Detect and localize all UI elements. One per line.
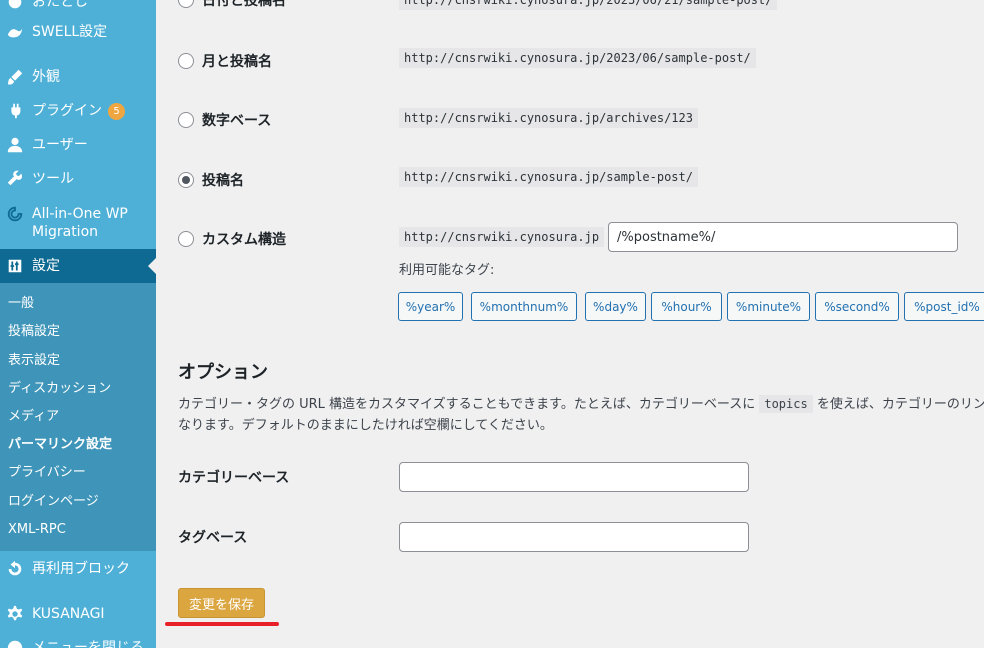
menu-item-swell[interactable]: SWELL設定 <box>0 21 156 43</box>
submenu-item-reading[interactable]: 表示設定 <box>8 352 60 370</box>
category-base-input[interactable] <box>399 462 749 492</box>
tag-button-monthnum[interactable]: %monthnum% <box>471 292 577 321</box>
menu-item-reusable-blocks[interactable]: 再利用ブロック <box>0 558 156 580</box>
collapse-icon <box>4 637 26 648</box>
settings-submenu: 一般 投稿設定 表示設定 ディスカッション メディア パーマリンク設定 プライバ… <box>0 283 156 551</box>
user-icon <box>4 134 26 156</box>
radio-button[interactable] <box>178 231 194 247</box>
option-label: 数字ベース <box>202 113 272 129</box>
paintbrush-icon <box>4 66 26 88</box>
menu-icon <box>4 0 26 13</box>
custom-base-url: http://cnsrwiki.cynosura.jp <box>399 227 605 247</box>
admin-sidebar: おたとし SWELL設定 外観 プラグイン 5 ユーザー ツール All-in-… <box>0 0 156 648</box>
menu-item-users[interactable]: ユーザー <box>0 134 156 156</box>
wrench-icon <box>4 168 26 190</box>
tag-base-input[interactable] <box>399 522 749 552</box>
radio-button[interactable] <box>178 0 194 8</box>
category-base-label: カテゴリーベース <box>178 470 290 486</box>
menu-label: SWELL設定 <box>32 24 108 40</box>
submenu-item-general[interactable]: 一般 <box>8 295 34 313</box>
description-text-line2: なります。デフォルトのままにしたければ空欄にしてください。 <box>178 418 553 433</box>
menu-item-appearance[interactable]: 外観 <box>0 66 156 88</box>
submenu-item-writing[interactable]: 投稿設定 <box>8 323 60 341</box>
radio-button[interactable] <box>178 53 194 69</box>
submenu-item-permalinks[interactable]: パーマリンク設定 <box>8 436 112 454</box>
submenu-item-privacy[interactable]: プライバシー <box>8 464 86 482</box>
menu-item-all-in-one-wp-migration[interactable]: All-in-One WP Migration <box>0 205 156 241</box>
description-text: カテゴリー・タグの URL 構造をカスタマイズすることもできます。たとえば、カテ… <box>178 397 756 412</box>
submenu-item-login-page[interactable]: ログインページ <box>8 493 99 511</box>
swell-icon <box>4 21 26 43</box>
example-url: http://cnsrwiki.cynosura.jp/2023/06/21/s… <box>399 0 778 10</box>
menu-label: メニューを閉じる <box>32 640 144 648</box>
menu-label: 設定 <box>32 258 60 274</box>
menu-label: 再利用ブロック <box>32 561 130 577</box>
plugin-icon <box>4 100 26 122</box>
menu-label: おたとし <box>32 0 88 10</box>
custom-structure-input[interactable]: /%postname%/ <box>608 222 958 252</box>
tag-button-post-id[interactable]: %post_id% <box>904 292 984 321</box>
annotation-underline <box>165 622 279 626</box>
permalink-option-numeric[interactable]: 数字ベース <box>178 110 271 130</box>
permalink-option-day-and-name[interactable]: 日付と投稿名 <box>178 0 286 10</box>
example-url: http://cnsrwiki.cynosura.jp/2023/06/samp… <box>399 48 756 68</box>
menu-label: KUSANAGI <box>32 606 105 622</box>
submenu-item-media[interactable]: メディア <box>8 408 59 426</box>
options-description: カテゴリー・タグの URL 構造をカスタマイズすることもできます。たとえば、カテ… <box>178 394 984 436</box>
tag-button-day[interactable]: %day% <box>585 292 646 321</box>
radio-button-selected[interactable] <box>178 172 194 188</box>
radio-button[interactable] <box>178 112 194 128</box>
menu-label: 外観 <box>32 69 60 85</box>
migration-icon <box>4 203 26 225</box>
menu-label: プラグイン <box>32 103 102 119</box>
tag-button-second[interactable]: %second% <box>815 292 899 321</box>
tag-button-hour[interactable]: %hour% <box>651 292 722 321</box>
permalink-option-custom-structure[interactable]: カスタム構造 <box>178 229 286 249</box>
tag-button-year[interactable]: %year% <box>398 292 463 321</box>
menu-item-partial-top[interactable]: おたとし <box>0 0 156 13</box>
option-label: 月と投稿名 <box>202 54 272 70</box>
update-count-badge: 5 <box>108 102 125 120</box>
example-url: http://cnsrwiki.cynosura.jp/archives/123 <box>399 108 698 128</box>
refresh-icon <box>4 558 26 580</box>
save-changes-button[interactable]: 変更を保存 <box>178 588 265 618</box>
menu-item-kusanagi[interactable]: KUSANAGI <box>0 603 156 625</box>
menu-label-line2: Migration <box>32 224 99 240</box>
menu-label: ツール <box>32 171 74 187</box>
collapse-menu-button[interactable]: メニューを閉じる <box>0 637 156 648</box>
menu-label-line1: All-in-One WP <box>32 206 128 222</box>
tag-base-label: タグベース <box>178 530 248 546</box>
gear-icon <box>4 603 26 625</box>
menu-item-settings[interactable]: 設定 <box>0 249 156 283</box>
permalink-settings-main: 日付と投稿名 http://cnsrwiki.cynosura.jp/2023/… <box>156 0 984 648</box>
option-label: 日付と投稿名 <box>202 0 286 9</box>
available-tags-label: 利用可能なタグ: <box>399 263 495 278</box>
permalink-option-post-name[interactable]: 投稿名 <box>178 170 244 190</box>
tag-button-minute[interactable]: %minute% <box>727 292 810 321</box>
permalink-option-month-and-name[interactable]: 月と投稿名 <box>178 51 272 71</box>
option-label: カスタム構造 <box>202 232 286 248</box>
submenu-item-discussion[interactable]: ディスカッション <box>8 380 111 398</box>
example-code: topics <box>759 395 813 413</box>
description-text: を使えば、カテゴリーのリン <box>816 397 984 412</box>
submenu-item-xml-rpc[interactable]: XML-RPC <box>8 521 66 539</box>
options-heading: オプション <box>178 362 268 383</box>
example-url: http://cnsrwiki.cynosura.jp/sample-post/ <box>399 167 698 187</box>
menu-item-plugins[interactable]: プラグイン 5 <box>0 100 156 122</box>
menu-item-tools[interactable]: ツール <box>0 168 156 190</box>
settings-sliders-icon <box>4 255 26 277</box>
menu-label: ユーザー <box>32 137 88 153</box>
option-label: 投稿名 <box>202 173 244 189</box>
